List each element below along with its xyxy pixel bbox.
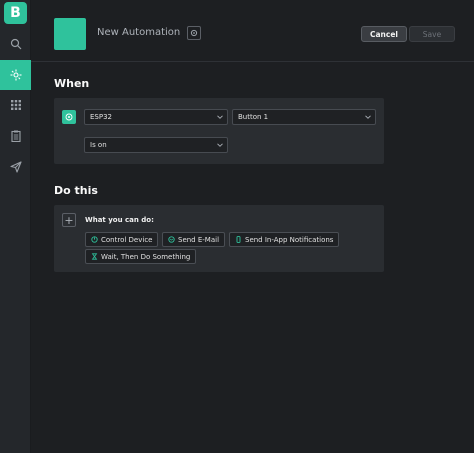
action-control-device[interactable]: Control Device	[85, 232, 159, 247]
phone-icon	[236, 236, 241, 243]
action-label: Send In-App Notifications	[245, 235, 334, 244]
device-select[interactable]: ESP32	[84, 109, 228, 125]
grid-icon	[10, 100, 21, 110]
save-button[interactable]: Save	[409, 26, 455, 42]
actions-prompt: What you can do:	[85, 216, 154, 224]
hourglass-icon	[91, 253, 98, 260]
datastream-select-value: Button 1	[238, 113, 269, 121]
sidebar-item-search[interactable]	[0, 29, 31, 59]
add-action-button[interactable]: +	[62, 213, 76, 227]
settings-icon	[190, 29, 198, 37]
cancel-button[interactable]: Cancel	[361, 26, 407, 42]
when-panel: ESP32 Button 1 Is on	[54, 98, 384, 164]
datastream-select[interactable]: Button 1	[232, 109, 376, 125]
send-icon	[9, 161, 22, 173]
power-icon	[65, 113, 73, 121]
action-label: Send E-Mail	[178, 235, 220, 244]
action-send-in-app-notifications[interactable]: Send In-App Notifications	[229, 232, 340, 247]
page-title[interactable]: New Automation	[97, 27, 180, 38]
chevron-down-icon	[217, 143, 223, 147]
automation-avatar[interactable]	[54, 18, 86, 50]
device-icon-button[interactable]	[62, 110, 76, 124]
sidebar-item-automations[interactable]	[0, 60, 31, 90]
device-select-value: ESP32	[90, 113, 112, 121]
email-icon	[168, 236, 175, 243]
action-label: Wait, Then Do Something	[101, 252, 191, 261]
chevron-down-icon	[365, 115, 371, 119]
action-wait-then-do-something[interactable]: Wait, Then Do Something	[85, 249, 197, 264]
sidebar-item-devices[interactable]	[0, 90, 31, 120]
power-icon	[91, 236, 98, 243]
condition-select-value: Is on	[90, 141, 107, 149]
app-logo[interactable]: B	[4, 2, 27, 24]
do-this-section-title: Do this	[54, 184, 98, 197]
when-section-title: When	[54, 77, 90, 90]
condition-select[interactable]: Is on	[84, 137, 228, 153]
action-send-email[interactable]: Send E-Mail	[162, 232, 226, 247]
automation-icon	[10, 69, 21, 81]
chevron-down-icon	[217, 115, 223, 119]
action-label: Control Device	[101, 235, 153, 244]
page-header: New Automation Cancel Save	[31, 0, 474, 62]
sidebar-item-reports[interactable]	[0, 121, 31, 151]
sidebar-item-messages[interactable]	[0, 152, 31, 182]
edit-title-button[interactable]	[187, 26, 201, 40]
do-this-panel: + What you can do: Control Device Send E…	[54, 205, 384, 272]
clipboard-icon	[10, 130, 21, 142]
plus-icon: +	[64, 213, 74, 227]
search-icon	[10, 38, 21, 50]
sidebar: B	[0, 0, 31, 453]
